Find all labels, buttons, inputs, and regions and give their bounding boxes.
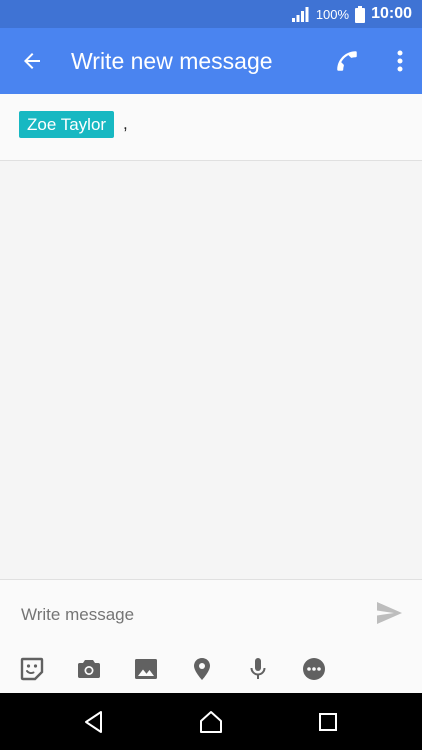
camera-icon[interactable] <box>76 656 102 682</box>
recipient-chip[interactable]: Zoe Taylor <box>19 111 115 138</box>
home-icon[interactable] <box>198 709 224 735</box>
phone-icon[interactable] <box>334 48 360 74</box>
status-bar-right: 100% 10:00 <box>291 0 412 28</box>
navigation-bar <box>0 693 422 750</box>
compose-area <box>0 579 422 694</box>
location-icon[interactable] <box>189 656 215 682</box>
status-bar: 100% 10:00 <box>0 0 422 28</box>
attachment-toolbar <box>0 656 422 684</box>
battery-icon <box>355 5 366 23</box>
app-bar: Write new message <box>0 28 422 94</box>
microphone-icon[interactable] <box>245 656 271 682</box>
clock: 10:00 <box>371 5 412 22</box>
recipient-separator: , <box>123 114 128 133</box>
image-icon[interactable] <box>133 656 159 682</box>
message-input[interactable] <box>19 602 353 628</box>
back-icon[interactable] <box>81 709 107 735</box>
recents-icon[interactable] <box>315 709 341 735</box>
signal-icon <box>291 7 309 22</box>
page-title: Write new message <box>71 48 273 74</box>
sticker-icon[interactable] <box>19 656 45 682</box>
more-options-icon[interactable] <box>301 656 327 682</box>
back-arrow-icon[interactable] <box>20 49 44 73</box>
send-icon[interactable] <box>376 602 402 624</box>
battery-percentage: 100% <box>315 6 350 22</box>
more-vert-icon[interactable] <box>392 48 408 74</box>
